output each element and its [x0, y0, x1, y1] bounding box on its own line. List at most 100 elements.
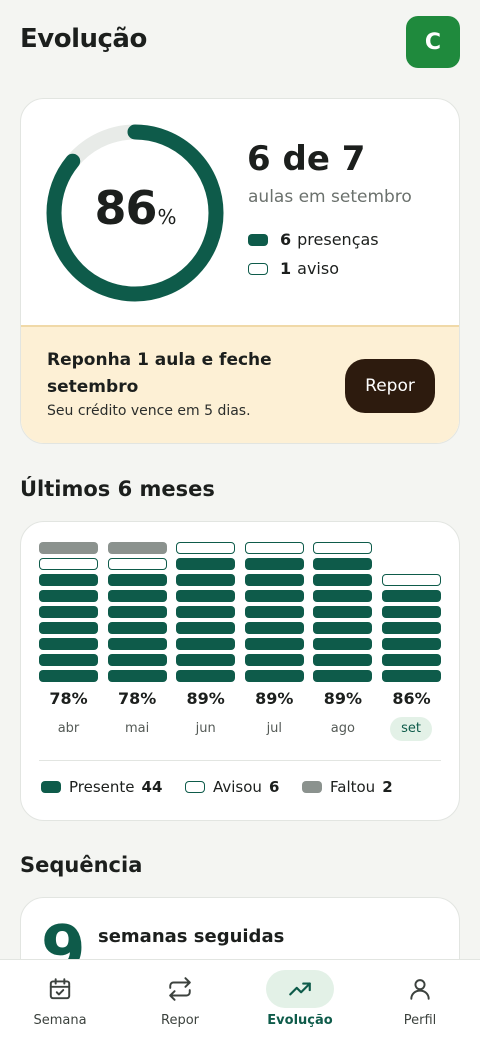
attendance-headline: 6 de 7 [247, 139, 366, 179]
month-label[interactable]: abr [39, 717, 98, 741]
nav-item-evolucao[interactable]: Evolução [240, 960, 360, 1039]
presences-count: 6 [280, 230, 292, 249]
present-swatch-icon [41, 781, 61, 793]
month-percent: 78% [49, 689, 88, 708]
present-segment [313, 670, 373, 682]
nav-item-repor[interactable]: Repor [120, 960, 240, 1039]
present-segment [382, 638, 441, 650]
present-segment [313, 606, 373, 618]
legend-missed-count: 2 [382, 778, 393, 796]
present-segment [39, 590, 98, 602]
present-segment [244, 622, 304, 634]
present-segment [107, 606, 167, 618]
present-segment [107, 574, 167, 586]
present-segment [176, 558, 236, 570]
nav-label-evolucao: Evolução [267, 1013, 333, 1028]
attendance-subtitle: aulas em setembro [248, 187, 412, 207]
present-segment [244, 638, 304, 650]
month-percent: 89% [323, 689, 363, 708]
nav-item-semana[interactable]: Semana [0, 960, 120, 1039]
month-column [107, 542, 167, 682]
present-swatch-icon [248, 233, 268, 246]
promo-title: Reponha 1 aula e feche setembro [47, 350, 272, 397]
legend-missed: Faltou 2 [302, 778, 393, 796]
present-segment [244, 558, 304, 570]
present-segment [244, 654, 304, 666]
notice-segment [39, 558, 98, 570]
month-label[interactable]: set [390, 717, 432, 741]
month-column [244, 542, 304, 682]
notices-label: aviso [297, 259, 339, 278]
present-segment [382, 622, 441, 634]
user-icon [386, 970, 454, 1008]
month-label[interactable]: ago [313, 717, 372, 741]
month-column [382, 542, 441, 682]
present-segment [382, 606, 441, 618]
repor-button[interactable]: Repor [345, 359, 435, 413]
present-segment [244, 606, 304, 618]
present-segment [176, 590, 236, 602]
month-label[interactable]: jun [176, 717, 235, 741]
ring-percent-value: 86 [94, 181, 157, 235]
attendance-ring: 86% [45, 123, 225, 303]
present-segment [382, 654, 441, 666]
month-column [39, 542, 98, 682]
notice-segment [313, 542, 373, 554]
present-segment [39, 670, 98, 682]
makeup-promo: Reponha 1 aula e feche setembro Seu créd… [21, 325, 459, 443]
present-segment [244, 574, 304, 586]
present-segment [107, 670, 167, 682]
notice-segment [244, 542, 304, 554]
notice-segment [382, 574, 441, 586]
present-segment [39, 654, 98, 666]
present-segment [313, 574, 373, 586]
presences-legend: 6 presenças [248, 230, 379, 249]
trending-up-icon [266, 970, 334, 1008]
present-segment [176, 638, 236, 650]
history-card: 78% 78% 89% 89% 89% 86% abr mai jun jul ago set Pr… [20, 521, 460, 821]
present-segment [39, 606, 98, 618]
bottom-nav: Semana Repor Evolução Perfil [0, 959, 480, 1039]
header: Evolução C [20, 16, 460, 70]
month-percent: 89% [255, 689, 294, 708]
legend-present-label: Presente [69, 778, 135, 796]
present-segment [107, 622, 167, 634]
present-segment [39, 574, 98, 586]
missed-segment [39, 542, 98, 554]
history-title: Últimos 6 meses [20, 477, 215, 501]
nav-label-repor: Repor [161, 1013, 199, 1028]
promo-subtitle: Seu crédito vence em 5 dias. [47, 403, 251, 419]
missed-swatch-icon [302, 781, 322, 793]
calendar-check-icon [26, 970, 94, 1008]
ring-percent: 86% [45, 181, 225, 235]
streak-title: Sequência [20, 853, 143, 877]
nav-item-perfil[interactable]: Perfil [360, 960, 480, 1039]
legend-notice-count: 6 [268, 778, 280, 796]
repeat-icon [146, 970, 214, 1008]
legend-missed-label: Faltou [330, 778, 376, 796]
present-segment [176, 622, 236, 634]
present-segment [244, 670, 304, 682]
month-percent: 78% [117, 689, 157, 708]
notices-count: 1 [280, 259, 292, 278]
nav-label-semana: Semana [33, 1013, 87, 1028]
history-legend: Presente 44 Avisou 6 Faltou 2 [41, 778, 451, 798]
month-column [176, 542, 236, 682]
presences-label: presenças [297, 230, 379, 249]
present-segment [107, 654, 167, 666]
legend-notice: Avisou 6 [185, 778, 279, 796]
streak-label: semanas seguidas [98, 926, 285, 947]
present-segment [176, 670, 236, 682]
legend-present-count: 44 [141, 778, 163, 796]
present-segment [176, 574, 236, 586]
month-label[interactable]: mai [108, 717, 167, 741]
present-segment [39, 622, 98, 634]
ring-percent-sign: % [157, 205, 177, 229]
present-segment [313, 622, 373, 634]
page-title: Evolução [20, 24, 147, 54]
month-label[interactable]: jul [245, 717, 304, 741]
month-percent: 86% [392, 689, 431, 708]
present-segment [244, 590, 304, 602]
present-segment [176, 654, 236, 666]
avatar[interactable]: C [406, 16, 460, 68]
